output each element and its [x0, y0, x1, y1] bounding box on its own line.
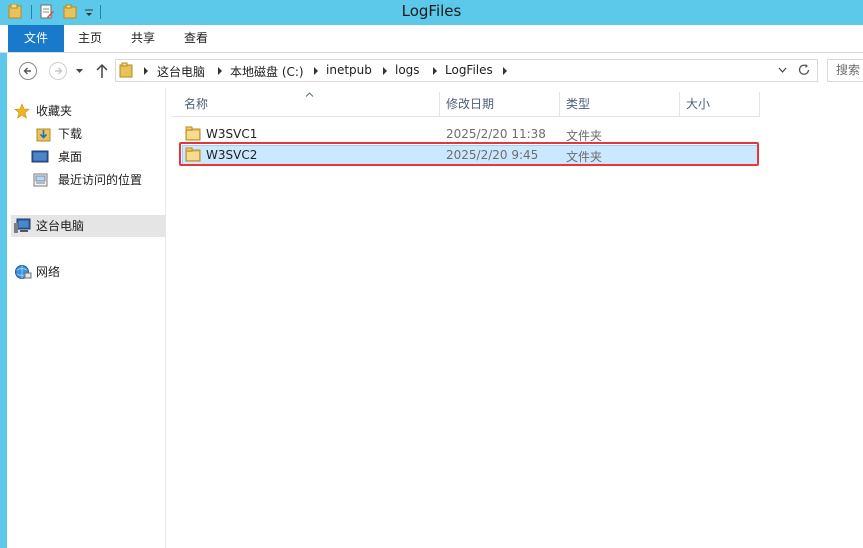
chevron-right-icon[interactable] [503, 67, 507, 75]
breadcrumb-logs[interactable]: logs [395, 63, 420, 77]
nav-item-favorites[interactable]: 收藏夹 [14, 101, 154, 121]
tab-view[interactable]: 查看 [174, 25, 218, 52]
breadcrumb-logfiles[interactable]: LogFiles [445, 63, 493, 77]
nav-item-this-pc[interactable]: 这台电脑 [14, 216, 154, 236]
file-row[interactable]: W3SVC1 2025/2/20 11:38 文件夹 [182, 124, 758, 144]
chevron-right-icon[interactable] [218, 67, 222, 75]
nav-item-desktop[interactable]: 桌面 [31, 147, 156, 167]
refresh-icon[interactable] [797, 63, 811, 77]
chevron-right-icon[interactable] [433, 67, 437, 75]
nav-label-favorites: 收藏夹 [36, 104, 73, 118]
window-title: LogFiles [401, 2, 462, 20]
nav-label-this-pc: 这台电脑 [36, 219, 85, 233]
nav-item-network[interactable]: 网络 [14, 262, 154, 282]
chevron-right-icon[interactable] [383, 67, 387, 75]
column-header-type[interactable]: 类型 [560, 92, 680, 117]
breadcrumb-this-pc[interactable]: 这台电脑 [157, 63, 205, 80]
recent-places-icon [33, 173, 48, 187]
chevron-right-icon[interactable] [314, 67, 318, 75]
column-header-size[interactable]: 大小 [680, 92, 760, 117]
forward-button[interactable] [48, 61, 68, 81]
folder-icon [185, 126, 201, 141]
nav-label-desktop: 桌面 [58, 150, 83, 164]
breadcrumb-local-disk[interactable]: 本地磁盘 (C:) [230, 63, 304, 80]
nav-item-downloads[interactable]: 下载 [36, 124, 156, 144]
up-arrow-icon[interactable] [95, 63, 109, 79]
breadcrumb-inetpub[interactable]: inetpub [326, 63, 372, 77]
recent-locations-icon[interactable] [75, 68, 84, 74]
chevron-down-icon[interactable] [778, 67, 787, 73]
window-left-border [0, 25, 7, 548]
tab-home[interactable]: 主页 [68, 25, 112, 52]
network-icon [15, 265, 32, 279]
nav-item-recent[interactable]: 最近访问的位置 [33, 170, 161, 190]
nav-label-downloads: 下载 [58, 127, 83, 141]
download-folder-icon [36, 128, 51, 142]
search-input[interactable]: 搜索 [827, 59, 863, 82]
desktop-icon [31, 150, 49, 163]
tab-file[interactable]: 文件 [8, 25, 64, 52]
chevron-right-icon[interactable] [144, 67, 148, 75]
computer-icon [14, 218, 31, 233]
back-button[interactable] [18, 61, 38, 81]
tab-share[interactable]: 共享 [121, 25, 165, 52]
highlight-box [179, 142, 759, 166]
folder-icon [119, 62, 133, 78]
file-modified: 2025/2/20 11:38 [446, 127, 546, 141]
nav-label-network: 网络 [36, 265, 61, 279]
column-header-name[interactable]: 名称 [178, 92, 440, 117]
column-header-modified[interactable]: 修改日期 [440, 92, 560, 117]
nav-label-recent: 最近访问的位置 [58, 173, 143, 187]
file-name: W3SVC1 [206, 127, 258, 141]
star-icon [14, 103, 30, 119]
